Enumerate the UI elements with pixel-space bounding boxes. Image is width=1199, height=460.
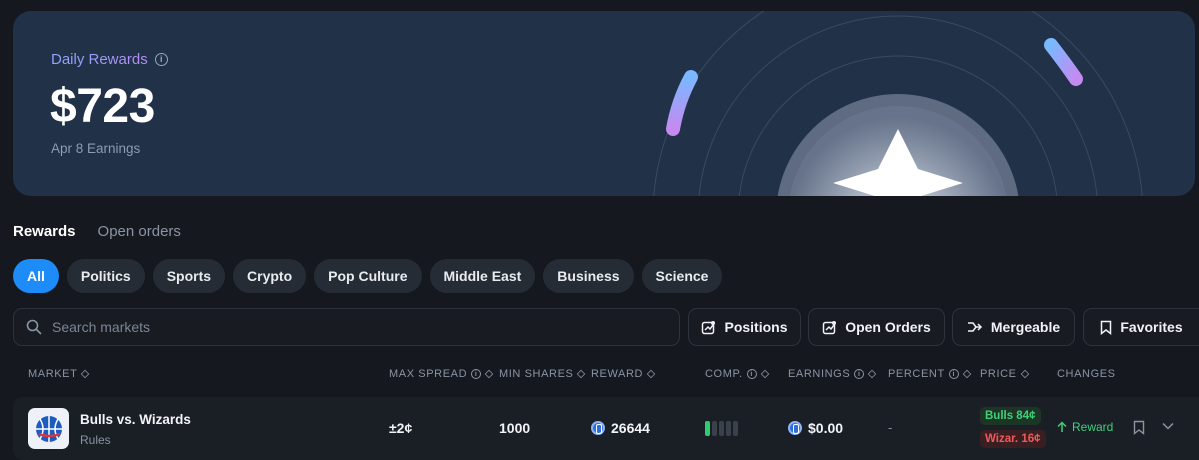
column-header-earnings-label: EARNINGS (788, 368, 851, 380)
usdc-coin-icon (591, 421, 605, 435)
daily-rewards-card: Daily Rewards i $723 Apr 8 Earnings (13, 11, 1195, 196)
column-header-comp[interactable]: COMP. i (705, 368, 769, 380)
expand-row-button[interactable] (1162, 422, 1174, 430)
category-chip-pop-culture[interactable]: Pop Culture (314, 259, 422, 293)
column-header-min-shares-label: MIN SHARES (499, 368, 574, 380)
competition-meter (705, 421, 738, 436)
max-spread-value: ±2¢ (389, 420, 413, 436)
search-box (13, 308, 680, 346)
competition-bar (733, 421, 738, 436)
open-orders-label: Open Orders (845, 319, 931, 335)
info-icon[interactable]: i (854, 369, 865, 379)
merge-icon (967, 322, 982, 332)
info-icon[interactable]: i (746, 369, 757, 379)
search-icon (26, 319, 42, 335)
price-no-badge[interactable]: Wizar. 16¢ (980, 430, 1046, 448)
table-row[interactable]: Bulls vs. Wizards Rules ±2¢ 1000 26644 $… (13, 397, 1199, 460)
column-header-reward-label: REWARD (591, 368, 644, 380)
column-header-market[interactable]: MARKET (28, 368, 90, 380)
column-header-percent-label: PERCENT (888, 368, 945, 380)
column-header-price[interactable]: PRICE (980, 368, 1029, 380)
info-icon[interactable]: i (948, 369, 959, 379)
open-orders-icon (822, 320, 837, 334)
market-logo (28, 408, 69, 449)
bookmark-icon (1101, 320, 1112, 335)
market-title[interactable]: Bulls vs. Wizards (80, 412, 191, 427)
favorites-button[interactable]: Favorites (1083, 308, 1199, 346)
column-header-max-spread-label: MAX SPREAD (389, 368, 468, 380)
tab-open-orders[interactable]: Open orders (98, 223, 181, 240)
column-header-min-shares[interactable]: MIN SHARES (499, 368, 586, 380)
chevron-down-icon (1162, 422, 1174, 430)
daily-rewards-date: Apr 8 Earnings (51, 141, 141, 156)
daily-rewards-title: Daily Rewards i (51, 51, 168, 68)
daily-rewards-label: Daily Rewards (51, 51, 148, 68)
category-chip-middle-east[interactable]: Middle East (429, 259, 536, 293)
daily-rewards-amount: $723 (50, 80, 155, 133)
sort-icon (646, 369, 656, 379)
column-header-reward[interactable]: REWARD (591, 368, 656, 380)
tab-rewards[interactable]: Rewards (13, 223, 76, 240)
sort-icon (577, 369, 586, 379)
search-input[interactable] (52, 319, 652, 335)
category-filters: All Politics Sports Crypto Pop Culture M… (13, 259, 723, 293)
column-header-changes: CHANGES (1057, 368, 1116, 380)
sort-icon (484, 369, 494, 379)
change-label: Reward (1072, 420, 1114, 434)
competition-bar (719, 421, 724, 436)
price-yes-badge[interactable]: Bulls 84¢ (980, 407, 1041, 425)
positions-label: Positions (724, 319, 788, 335)
sort-icon (868, 369, 877, 379)
percent-value: - (888, 420, 893, 435)
min-shares-value: 1000 (499, 420, 531, 436)
competition-bar (705, 421, 710, 436)
open-orders-button[interactable]: Open Orders (808, 308, 945, 346)
category-chip-crypto[interactable]: Crypto (233, 259, 307, 293)
category-chip-all[interactable]: All (13, 259, 59, 293)
column-header-market-label: MARKET (28, 368, 78, 380)
info-icon[interactable]: i (471, 369, 482, 379)
column-header-comp-label: COMP. (705, 368, 743, 380)
reward-value: 26644 (611, 420, 650, 436)
sort-icon (760, 369, 769, 379)
category-chip-politics[interactable]: Politics (66, 259, 145, 293)
sort-icon (81, 369, 90, 379)
positions-button[interactable]: Positions (688, 308, 801, 346)
positions-icon (702, 320, 716, 334)
category-chip-business[interactable]: Business (543, 259, 634, 293)
change-indicator: Reward (1057, 420, 1113, 434)
earnings-cell: $0.00 (788, 420, 843, 436)
competition-bar (712, 421, 717, 436)
column-header-max-spread[interactable]: MAX SPREAD i (389, 368, 494, 380)
bookmark-button[interactable] (1133, 420, 1145, 435)
rewards-illustration (653, 11, 1143, 196)
favorites-label: Favorites (1120, 319, 1183, 335)
usdc-coin-icon (788, 421, 802, 435)
column-header-price-label: PRICE (980, 368, 1017, 380)
earnings-value: $0.00 (808, 420, 844, 436)
competition-bar (726, 421, 731, 436)
mergeable-button[interactable]: Mergeable (952, 308, 1075, 346)
column-header-earnings[interactable]: EARNINGS i (788, 368, 877, 380)
category-chip-science[interactable]: Science (641, 259, 723, 293)
arrow-up-icon (1057, 421, 1067, 432)
category-chip-sports[interactable]: Sports (152, 259, 226, 293)
mergeable-label: Mergeable (990, 319, 1061, 335)
column-header-changes-label: CHANGES (1057, 368, 1116, 380)
sort-icon (962, 369, 972, 379)
rewards-tabs: Rewards Open orders (13, 223, 181, 240)
column-header-percent[interactable]: PERCENT i (888, 368, 972, 380)
reward-cell: 26644 (591, 420, 650, 436)
sort-icon (1020, 369, 1029, 379)
market-rules-link[interactable]: Rules (80, 433, 111, 447)
basketball-icon (35, 415, 62, 442)
bookmark-icon (1133, 420, 1145, 435)
info-icon[interactable]: i (154, 53, 168, 66)
